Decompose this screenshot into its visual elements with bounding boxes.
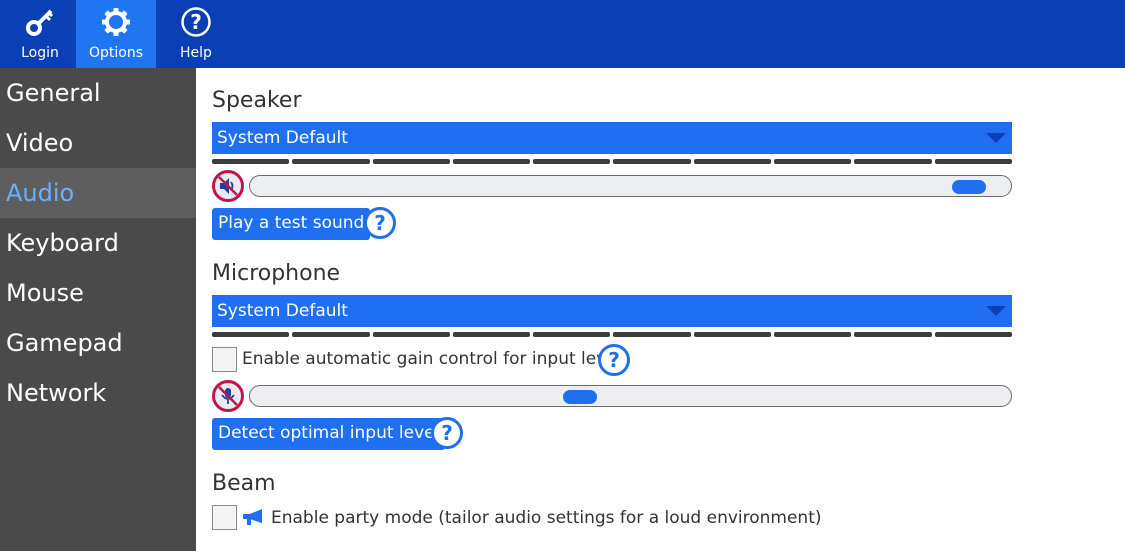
- party-mode-label: Enable party mode (tailor audio settings…: [271, 508, 822, 528]
- tab-options[interactable]: Options: [76, 0, 156, 68]
- party-mode-checkbox[interactable]: [212, 505, 237, 530]
- microphone-heading: Microphone: [212, 261, 341, 286]
- speaker-device-value: System Default: [217, 128, 348, 148]
- microphone-device-value: System Default: [217, 301, 348, 321]
- speaker-volume-slider[interactable]: [249, 175, 1012, 197]
- beam-heading: Beam: [212, 471, 276, 496]
- tab-options-label: Options: [88, 45, 144, 61]
- agc-label: Enable automatic gain control for input …: [242, 349, 622, 369]
- microphone-level-slider[interactable]: [249, 385, 1012, 407]
- speaker-level-meter: [212, 159, 1012, 164]
- sidebar-item-mouse[interactable]: Mouse: [0, 268, 196, 318]
- detect-input-level-button[interactable]: Detect optimal input level: [212, 418, 446, 450]
- sidebar-item-audio[interactable]: Audio: [0, 168, 196, 218]
- speaker-help-icon[interactable]: ?: [364, 207, 396, 239]
- audio-settings-panel: Speaker System Default Play a test sound…: [196, 68, 1125, 551]
- microphone-muted-icon: [218, 386, 238, 406]
- speaker-volume-thumb[interactable]: [952, 180, 987, 194]
- sidebar-item-general[interactable]: General: [0, 68, 196, 118]
- chevron-down-icon: [986, 306, 1006, 316]
- microphone-mute-toggle[interactable]: [212, 380, 244, 412]
- agc-help-icon[interactable]: ?: [598, 344, 630, 376]
- chevron-down-icon: [986, 133, 1006, 143]
- speaker-heading: Speaker: [212, 88, 302, 113]
- microphone-level-thumb[interactable]: [563, 390, 598, 404]
- speaker-device-select[interactable]: System Default: [212, 122, 1012, 154]
- tab-help-label: Help: [180, 45, 212, 61]
- gear-icon: [76, 6, 156, 38]
- detect-help-icon[interactable]: ?: [431, 417, 463, 449]
- svg-text:?: ?: [190, 10, 202, 34]
- microphone-device-select[interactable]: System Default: [212, 295, 1012, 327]
- help-icon: ?: [156, 6, 236, 38]
- play-test-sound-button[interactable]: Play a test sound: [212, 208, 371, 240]
- sidebar-item-gamepad[interactable]: Gamepad: [0, 318, 196, 368]
- key-icon: [0, 6, 80, 38]
- speaker-muted-icon: [218, 176, 238, 196]
- tab-help[interactable]: ? Help: [156, 0, 236, 68]
- tab-login[interactable]: Login: [0, 0, 80, 68]
- agc-checkbox[interactable]: [212, 347, 237, 372]
- top-toolbar: Login Options ? Help: [0, 0, 1125, 68]
- sidebar-item-keyboard[interactable]: Keyboard: [0, 218, 196, 268]
- tab-login-label: Login: [21, 45, 59, 61]
- speaker-mute-toggle[interactable]: [212, 170, 244, 202]
- sidebar-item-network[interactable]: Network: [0, 368, 196, 418]
- megaphone-icon: [242, 508, 264, 530]
- microphone-level-meter: [212, 332, 1012, 337]
- options-sidebar: General Video Audio Keyboard Mouse Gamep…: [0, 68, 196, 551]
- sidebar-item-video[interactable]: Video: [0, 118, 196, 168]
